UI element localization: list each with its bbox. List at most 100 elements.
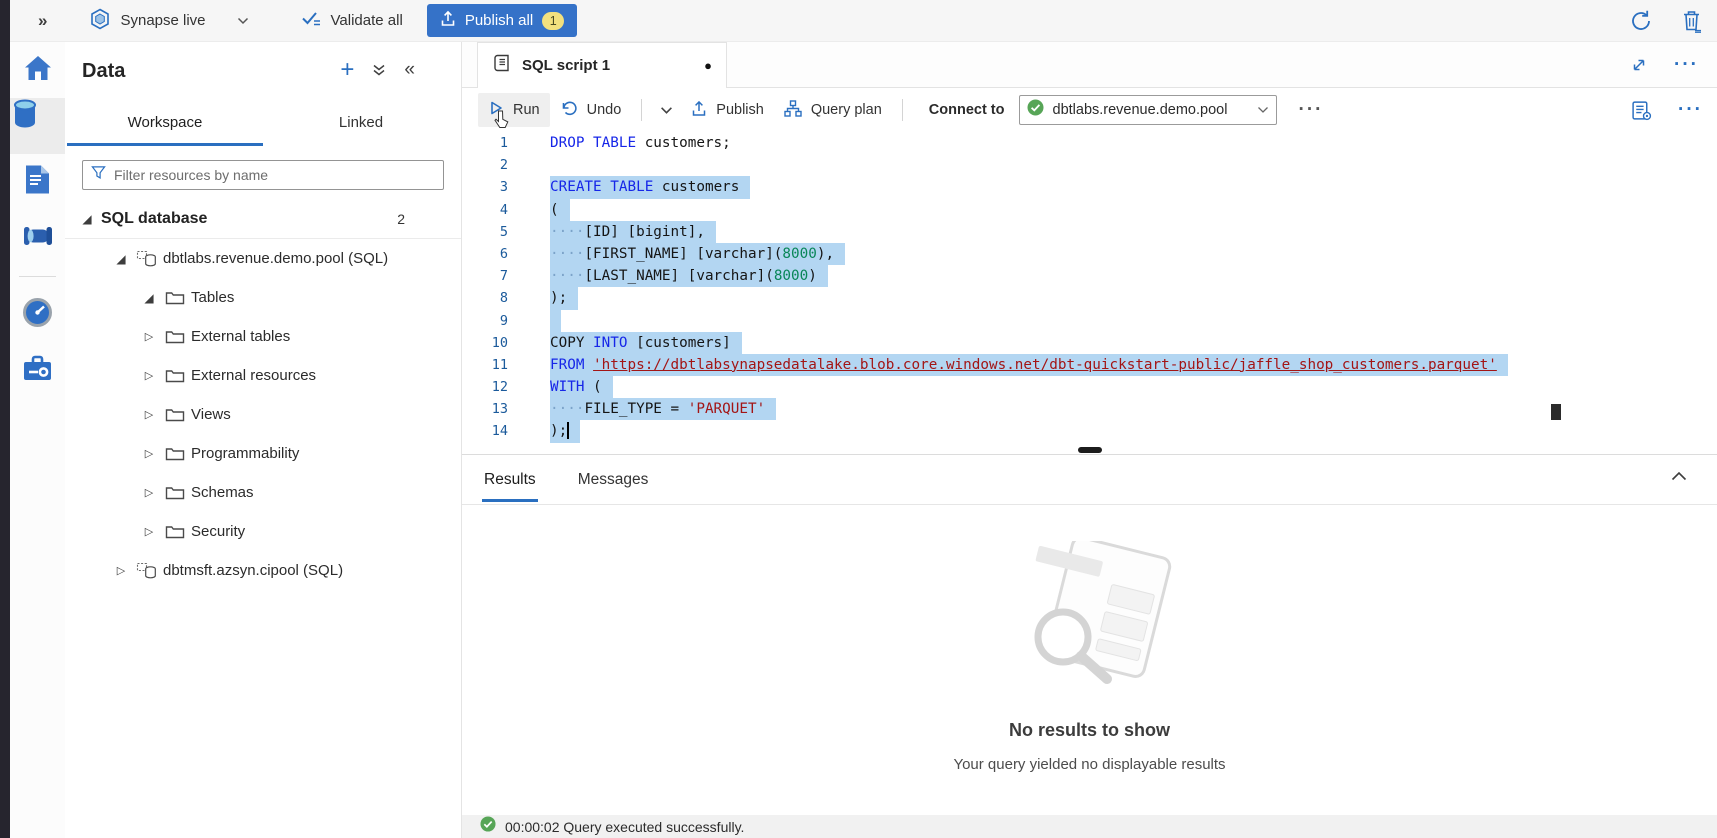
tree-expander-icon[interactable]: ▷ [137, 369, 161, 382]
line-number[interactable]: 13 [462, 398, 514, 420]
filter-input[interactable] [114, 167, 435, 183]
tree-expander-icon[interactable]: ▷ [137, 486, 161, 499]
code-line[interactable]: 9 [462, 310, 1717, 332]
tab-more-icon[interactable]: ··· [1674, 60, 1699, 70]
code-line[interactable]: 5····[ID] [bigint], [462, 221, 1717, 243]
query-plan-button[interactable]: Query plan [774, 93, 892, 128]
success-check-icon [480, 816, 496, 837]
splitter-handle-icon[interactable] [1078, 447, 1102, 453]
code-line[interactable]: 6····[FIRST_NAME] [varchar](8000), [462, 243, 1717, 265]
line-number[interactable]: 3 [462, 176, 514, 198]
pipeline-icon [22, 223, 54, 254]
tree-expander-icon[interactable]: ◢ [109, 252, 133, 266]
tree-item-dbtmsft-azsyn-cipool-sql[interactable]: ▷dbtmsft.azsyn.cipool (SQL) [65, 551, 461, 590]
nav-monitor[interactable] [10, 287, 65, 343]
tab-messages[interactable]: Messages [576, 458, 651, 502]
code-line[interactable]: 13 ····FILE_TYPE = 'PARQUET' [462, 398, 1717, 420]
resource-tree: ◢SQL database2◢dbtlabs.revenue.demo.pool… [65, 200, 461, 590]
tree-item-external-tables[interactable]: ▷External tables [65, 317, 461, 356]
mouse-cursor [494, 110, 509, 133]
line-number[interactable]: 12 [462, 376, 514, 398]
tree-expander-icon[interactable]: ▷ [137, 408, 161, 421]
show-breadcrumb-icon[interactable]: » [38, 11, 47, 31]
undo-button[interactable]: Undo [550, 93, 632, 128]
tree-item-dbtlabs-revenue-demo-pool-sql[interactable]: ◢dbtlabs.revenue.demo.pool (SQL) [65, 239, 461, 278]
run-options-chevron-icon[interactable] [652, 99, 681, 122]
nav-develop[interactable] [10, 154, 65, 210]
nav-manage[interactable] [10, 343, 65, 399]
code-line[interactable]: 10 COPY INTO [customers] [462, 332, 1717, 354]
tree-expander-icon[interactable]: ▷ [109, 564, 133, 577]
tree-expander-icon[interactable]: ▷ [137, 447, 161, 460]
synapse-icon [89, 8, 111, 34]
tree-item-security[interactable]: ▷ Security [65, 512, 461, 551]
code-editor[interactable]: 1DROP TABLE customers;23 CREATE TABLE cus… [462, 132, 1717, 447]
tab-linked[interactable]: Linked [263, 102, 459, 146]
collapse-panel-icon[interactable]: « [404, 61, 415, 79]
toolbar-more-icon[interactable]: ··· [1299, 105, 1324, 115]
line-number[interactable]: 4 [462, 199, 514, 221]
validate-all-button[interactable]: Validate all [301, 10, 403, 31]
tree-expander-icon[interactable]: ▷ [137, 330, 161, 343]
run-button[interactable]: Run [478, 93, 550, 127]
selection-highlight: COPY INTO [customers] [550, 332, 742, 354]
line-number[interactable]: 5 [462, 221, 514, 243]
line-number[interactable]: 2 [462, 154, 514, 176]
tab-workspace[interactable]: Workspace [67, 102, 263, 146]
collapse-results-icon[interactable] [1671, 471, 1687, 481]
text-cursor [567, 422, 569, 439]
line-number[interactable]: 10 [462, 332, 514, 354]
tab-results[interactable]: Results [482, 458, 538, 502]
tab-sql-script-1[interactable]: SQL script 1 ● [477, 42, 727, 88]
tree-item-tables[interactable]: ◢Tables [65, 278, 461, 317]
tree-expander-icon[interactable]: ▷ [137, 525, 161, 538]
tree-expander-icon[interactable]: ◢ [75, 212, 99, 226]
add-resource-button[interactable]: + [340, 60, 354, 80]
empty-state-title: No results to show [1009, 720, 1170, 741]
connection-dropdown[interactable]: dbtlabs.revenue.demo.pool [1019, 95, 1277, 125]
publish-button[interactable]: Publish [681, 93, 774, 128]
nav-integrate[interactable] [10, 210, 65, 266]
line-number[interactable]: 7 [462, 265, 514, 287]
tree-item-label: Security [191, 523, 245, 540]
code-line[interactable]: 2 [462, 154, 1717, 176]
sql-pool-icon [133, 562, 161, 580]
line-number[interactable]: 11 [462, 354, 514, 376]
tree-item-label: Schemas [191, 484, 254, 501]
line-number[interactable]: 9 [462, 310, 514, 332]
tree-item-views[interactable]: ▷Views [65, 395, 461, 434]
code-line[interactable]: 11FROM 'https://dbtlabsynapsedatalake.bl… [462, 354, 1717, 376]
tree-item-external-resources[interactable]: ▷External resources [65, 356, 461, 395]
code-line[interactable]: 12 WITH ( [462, 376, 1717, 398]
expand-editor-icon[interactable] [1630, 56, 1648, 74]
refresh-icon[interactable] [1629, 9, 1653, 33]
properties-icon[interactable] [1631, 100, 1652, 121]
tree-item-sql-database[interactable]: ◢SQL database2 [65, 200, 461, 239]
tree-item-schemas[interactable]: ▷ Schemas [65, 473, 461, 512]
code-line[interactable]: 8); [462, 287, 1717, 309]
publish-icon [440, 10, 456, 31]
code-line[interactable]: 4( [462, 199, 1717, 221]
tree-item-programmability[interactable]: ▷Programmability [65, 434, 461, 473]
code-line[interactable]: 1DROP TABLE customers; [462, 132, 1717, 154]
editor-more-icon[interactable]: ··· [1678, 105, 1703, 115]
tree-expander-icon[interactable]: ◢ [137, 291, 161, 305]
line-number[interactable]: 1 [462, 132, 514, 154]
code-line[interactable]: 7····[LAST_NAME] [varchar](8000) [462, 265, 1717, 287]
panel-splitter[interactable] [462, 447, 1717, 455]
mode-selector[interactable]: Synapse live [89, 8, 248, 34]
code-line[interactable]: 14); [462, 420, 1717, 442]
publish-all-button[interactable]: Publish all 1 [427, 4, 577, 37]
selection-highlight: CREATE TABLE customers [550, 176, 750, 198]
discard-all-icon[interactable] [1681, 9, 1703, 33]
nav-data[interactable] [10, 98, 65, 154]
code-line[interactable]: 3 CREATE TABLE customers [462, 176, 1717, 198]
toolbox-icon [22, 355, 53, 387]
collapse-all-icon[interactable] [372, 63, 386, 77]
selection-highlight: WITH ( [550, 376, 613, 398]
line-number[interactable]: 14 [462, 420, 514, 442]
nav-home[interactable] [10, 42, 65, 98]
line-number[interactable]: 6 [462, 243, 514, 265]
selection-highlight: ····FILE_TYPE = 'PARQUET' [550, 398, 776, 420]
line-number[interactable]: 8 [462, 287, 514, 309]
